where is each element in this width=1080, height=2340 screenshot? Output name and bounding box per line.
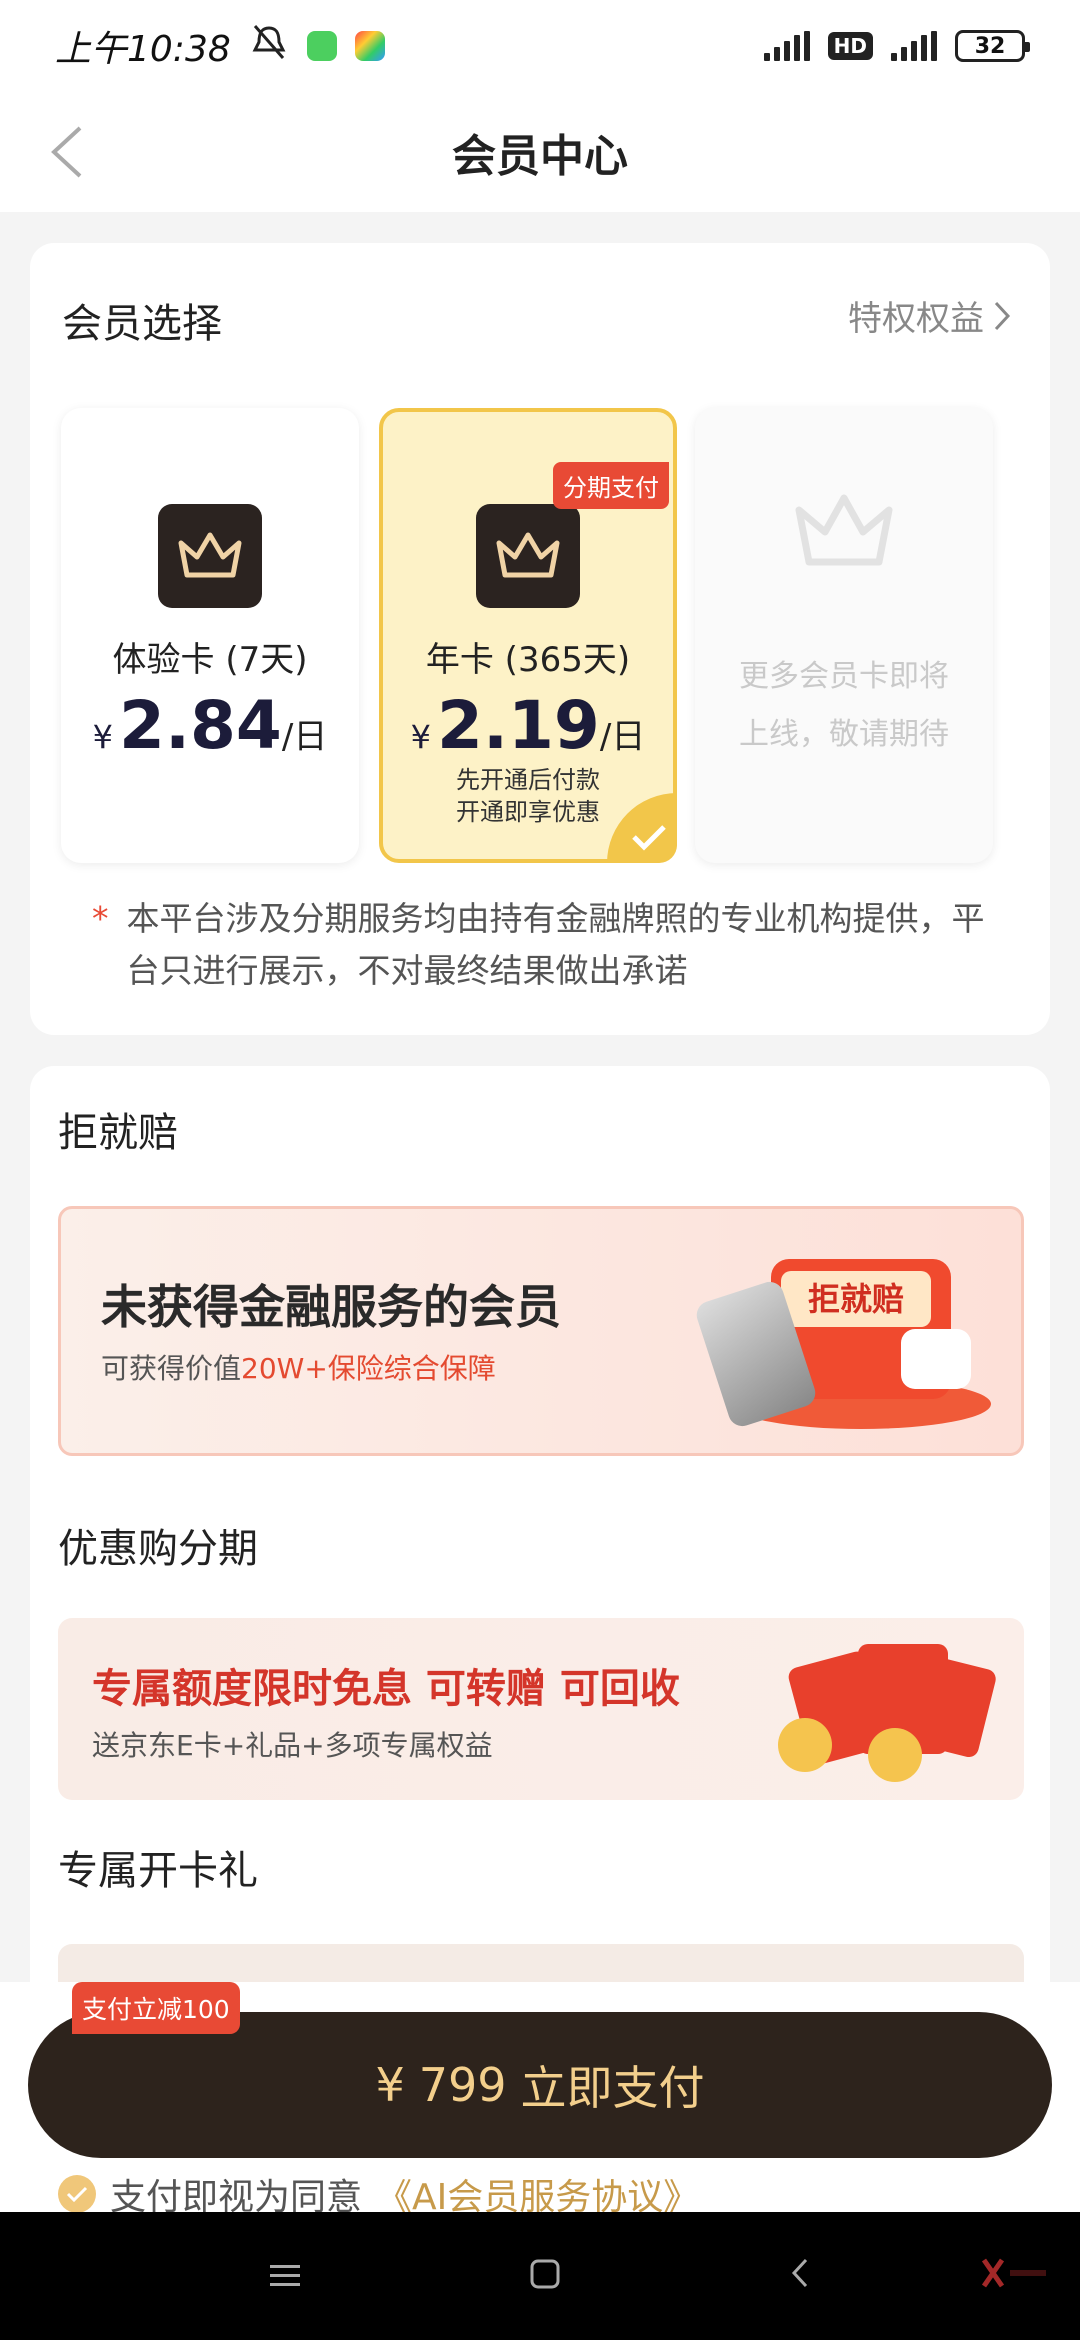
agreement-checkbox[interactable] (58, 2175, 96, 2213)
hd-badge: HD (827, 32, 873, 60)
pay-action-label: 立即支付 (520, 2061, 705, 2115)
banner2-subtitle: 送京东E卡+礼品+多项专属权益 (92, 1729, 493, 1762)
plan-annual[interactable]: 分期支付 年卡 (365天) ¥ 2.19 /日 先开通后付款 开通即享优惠 (379, 408, 677, 863)
status-bar: 上午10:38 HD 32 (0, 0, 1080, 92)
signal-4g-icon (891, 31, 937, 61)
coming-soon-text: 更多会员卡即将 上线，敬请期待 (739, 648, 949, 764)
system-nav-bar (0, 2212, 1080, 2340)
plan-name: 体验卡 (7天) (112, 640, 308, 680)
plan-price: ¥ 2.19 /日 (411, 687, 646, 764)
banner1-title: 未获得金融服务的会员 (101, 1280, 561, 1334)
privilege-link[interactable]: 特权权益 (848, 291, 1012, 340)
banner1-sub-highlight: 20W+保险综合保障 (241, 1352, 496, 1385)
membership-section-title: 会员选择 (62, 301, 222, 347)
pay-currency: ¥ (375, 2058, 405, 2112)
plan-trial[interactable]: 体验卡 (7天) ¥ 2.84 /日 (61, 408, 359, 863)
battery-icon: 32 (955, 30, 1030, 62)
status-time: 上午10:38 (55, 29, 231, 70)
discount-tag: 支付立减100 (72, 1982, 240, 2034)
back-button[interactable] (36, 122, 96, 182)
banner1-badge: 拒就赔 (781, 1271, 931, 1327)
pay-area: ¥ 799 立即支付 支付立减100 支付即视为同意 《AI会员服务协议》 (0, 1982, 1080, 2218)
disclaimer: * 本平台涉及分期服务均由持有金融牌照的专业机构提供，平台只进行展示，不对最终结… (92, 893, 992, 997)
selected-check-icon (607, 793, 677, 863)
plan-desc-2: 开通即享优惠 (456, 798, 600, 826)
watermark-logo-icon (980, 2256, 1050, 2295)
plan-price: ¥ 2.84 /日 (93, 687, 328, 764)
banner1-illustration: 拒就赔 (661, 1229, 991, 1439)
benefits-card: 拒就赔 未获得金融服务的会员 可获得价值20W+保险综合保障 拒就赔 优惠购分期… (30, 1066, 1050, 2006)
plan-desc-1: 先开通后付款 (456, 766, 600, 794)
installment-banner[interactable]: 专属额度限时免息 可转赠 可回收 送京东E卡+礼品+多项专属权益 (58, 1618, 1024, 1800)
price-unit: /日 (599, 717, 646, 757)
crown-outline-icon (791, 490, 897, 576)
menu-icon[interactable] (270, 2254, 300, 2298)
disclaimer-text: 本平台涉及分期服务均由持有金融牌照的专业机构提供，平台只进行展示，不对最终结果做… (126, 899, 985, 990)
privilege-link-label: 特权权益 (848, 299, 984, 339)
status-left: 上午10:38 (55, 20, 385, 72)
signal-icon (763, 31, 810, 61)
banner1-subtitle: 可获得价值20W+保险综合保障 (101, 1347, 496, 1387)
red-envelope-illustration (758, 1638, 1008, 1788)
pay-amount: 799 (418, 2058, 507, 2112)
page-title: 会员中心 (452, 131, 628, 182)
nav-bar: 会员中心 (0, 92, 1080, 212)
banner2-title: 专属额度限时免息 可转赠 可回收 (92, 1666, 680, 1712)
refund-section-title: 拒就赔 (58, 1110, 178, 1156)
plan-coming-soon: 更多会员卡即将 上线，敬请期待 (695, 408, 993, 863)
disclaimer-mark: * (92, 899, 109, 938)
banner1-sub-prefix: 可获得价值 (101, 1352, 242, 1385)
price-unit: /日 (281, 717, 328, 757)
back-nav-icon[interactable] (790, 2254, 810, 2298)
installment-section-title: 优惠购分期 (58, 1526, 258, 1572)
crown-icon (158, 504, 262, 608)
installment-tag: 分期支付 (553, 462, 669, 509)
status-right: HD 32 (763, 30, 1030, 62)
home-icon[interactable] (530, 2254, 560, 2298)
chevron-left-icon (51, 126, 82, 178)
gift-section-title: 专属开卡礼 (58, 1848, 258, 1894)
membership-card: 会员选择 特权权益 体验卡 (7天) ¥ 2.84 /日 分期支付 年卡 (36… (30, 243, 1050, 1035)
crown-icon (476, 504, 580, 608)
app-icon (354, 31, 385, 61)
price-value: 2.19 (437, 687, 600, 764)
coming-soon-line-2: 上线，敬请期待 (739, 717, 949, 752)
plan-name: 年卡 (365天) (425, 640, 631, 680)
price-currency: ¥ (92, 718, 114, 756)
price-value: 2.84 (119, 687, 282, 764)
check-icon (66, 2186, 88, 2203)
chevron-right-icon (994, 301, 1011, 330)
battery-level: 32 (974, 33, 1006, 59)
coming-soon-line-1: 更多会员卡即将 (739, 659, 949, 694)
refund-guarantee-banner[interactable]: 未获得金融服务的会员 可获得价值20W+保险综合保障 拒就赔 (58, 1206, 1024, 1456)
wechat-app-icon (306, 31, 337, 61)
mute-icon (249, 24, 289, 69)
price-currency: ¥ (410, 718, 432, 756)
